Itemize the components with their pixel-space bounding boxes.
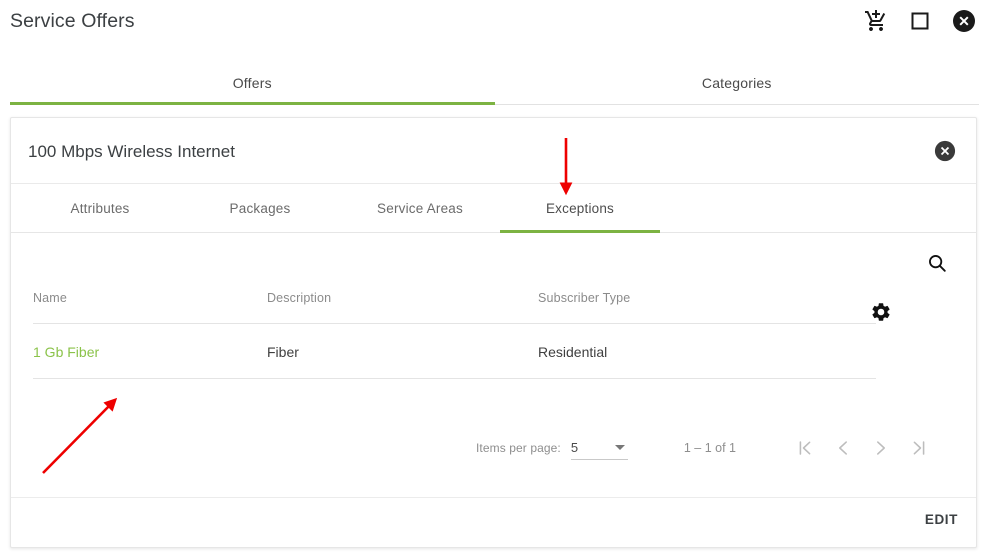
tab-service-areas-label: Service Areas	[377, 200, 463, 216]
last-page-button[interactable]	[900, 433, 938, 463]
items-per-page-value: 5	[570, 440, 579, 455]
tab-exceptions[interactable]: Exceptions	[500, 184, 660, 233]
card-title: 100 Mbps Wireless Internet	[28, 142, 235, 161]
tab-service-areas[interactable]: Service Areas	[340, 184, 500, 232]
table-row[interactable]: 1 Gb Fiber Fiber Residential	[33, 323, 876, 379]
previous-page-button[interactable]	[824, 433, 862, 463]
tab-offers[interactable]: Offers	[10, 62, 495, 105]
tab-categories[interactable]: Categories	[495, 62, 980, 104]
app-top-bar: Service Offers	[0, 0, 989, 52]
chevron-down-icon	[614, 444, 625, 450]
close-window-icon[interactable]	[951, 8, 977, 34]
close-circle-icon[interactable]	[934, 140, 956, 162]
outer-tab-bar: Offers Categories	[10, 62, 979, 105]
edit-button[interactable]: EDIT	[925, 512, 958, 527]
column-header-subscriber-type[interactable]: Subscriber Type	[538, 291, 876, 324]
maximize-window-icon[interactable]	[907, 8, 933, 34]
tab-packages-label: Packages	[229, 200, 291, 216]
inner-tab-bar: Attributes Packages Service Areas Except…	[11, 184, 976, 233]
cell-subscriber-type: Residential	[538, 323, 876, 379]
card-header: 100 Mbps Wireless Internet	[11, 118, 976, 184]
tab-attributes[interactable]: Attributes	[20, 184, 180, 232]
offer-name-link[interactable]: 1 Gb Fiber	[33, 344, 99, 360]
first-page-button[interactable]	[786, 433, 824, 463]
cell-description: Fiber	[267, 323, 538, 379]
add-shopping-cart-icon[interactable]	[863, 8, 889, 34]
table-paginator: Items per page: 5 1 – 1 of 1	[476, 433, 938, 463]
page-range-label: 1 – 1 of 1	[683, 441, 736, 455]
tab-categories-label: Categories	[701, 75, 772, 91]
table-toolbar	[11, 233, 976, 291]
table-header-row: Name Description Subscriber Type	[33, 291, 876, 324]
tab-packages[interactable]: Packages	[180, 184, 340, 232]
cell-name: 1 Gb Fiber	[33, 323, 267, 379]
next-page-button[interactable]	[862, 433, 900, 463]
offer-detail-card: 100 Mbps Wireless Internet Attributes Pa…	[10, 117, 977, 548]
column-header-name[interactable]: Name	[33, 291, 267, 324]
tab-attributes-label: Attributes	[70, 200, 130, 216]
items-per-page-select[interactable]: 5	[570, 437, 628, 460]
column-header-description[interactable]: Description	[267, 291, 538, 324]
search-icon[interactable]	[926, 252, 948, 274]
card-footer: EDIT	[11, 497, 976, 547]
window-controls	[863, 8, 977, 34]
items-per-page-label: Items per page:	[475, 441, 561, 455]
tab-offers-label: Offers	[232, 75, 272, 91]
tab-exceptions-label: Exceptions	[545, 200, 615, 216]
page-title: Service Offers	[10, 10, 135, 32]
exceptions-table: Name Description Subscriber Type 1 Gb Fi…	[33, 291, 876, 379]
